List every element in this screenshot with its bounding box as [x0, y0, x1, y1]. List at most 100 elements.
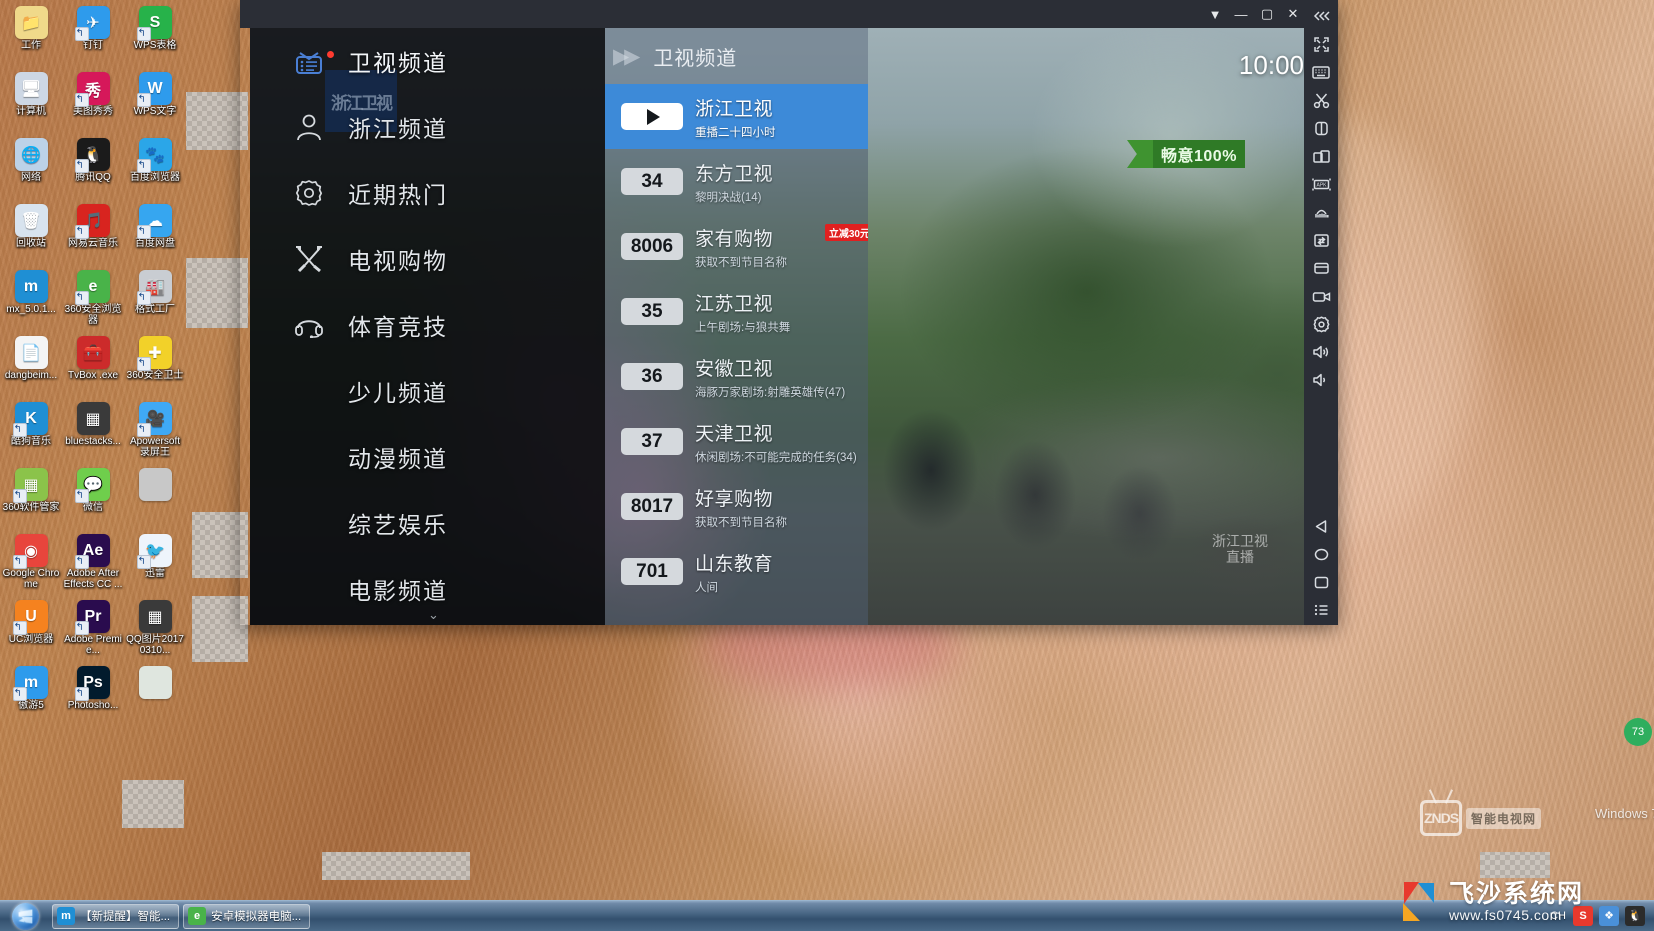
- desktop-icon[interactable]: 🐦迅雷: [124, 532, 186, 598]
- channel-row[interactable]: 8017 好享购物 获取不到节目名称: [605, 474, 868, 539]
- channel-row[interactable]: 浙江卫视 重播二十四小时: [605, 84, 868, 149]
- taskbar-task-button[interactable]: e 安卓模拟器电脑...: [183, 903, 311, 929]
- desktop-icon[interactable]: WWPS文字: [124, 70, 186, 136]
- taskbar-task-button[interactable]: m 【新提醒】智能...: [52, 903, 180, 929]
- desktop-icon[interactable]: 🐾百度浏览器: [124, 136, 186, 202]
- desktop-icon[interactable]: [124, 664, 186, 730]
- channel-row[interactable]: 8006 家有购物 获取不到节目名称 立减30元: [605, 214, 868, 279]
- desktop-icon[interactable]: ▦360软件管家: [0, 466, 62, 532]
- desktop-icon[interactable]: m傲游5: [0, 664, 62, 730]
- desktop-icon[interactable]: 📄 dangbeim...: [0, 334, 62, 400]
- volume-up-icon[interactable]: [1304, 338, 1338, 366]
- channel-name: 天津卫视: [695, 423, 774, 445]
- chevron-down-icon[interactable]: ⌄: [428, 607, 439, 623]
- tv-menu-item[interactable]: 电视购物: [250, 226, 605, 292]
- desktop-icon[interactable]: ▦ QQ图片20170310...: [124, 598, 186, 664]
- tv-menu-item-label: 体育竞技: [348, 314, 448, 340]
- channel-row[interactable]: 37 天津卫视 休闲剧场:不可能完成的任务(34): [605, 409, 868, 474]
- desktop-icon[interactable]: 🧰 TvBox .exe: [62, 334, 124, 400]
- menu-icon[interactable]: [1304, 596, 1338, 624]
- back-icon[interactable]: [1304, 512, 1338, 540]
- desktop-icon-glyph: 🐾: [136, 138, 172, 173]
- multi-window-icon[interactable]: [1304, 142, 1338, 170]
- collapse-sidebar-icon[interactable]: [1304, 2, 1338, 30]
- desktop-icon[interactable]: 🎥Apowersoft录屏王: [124, 400, 186, 466]
- emulator-screen[interactable]: 10:00 畅意100% 浙江卫视 直播 浙江卫视 卫视频道 浙江频道 近期热门 电视…: [250, 28, 1338, 625]
- tv-menu-item[interactable]: 体育竞技: [250, 292, 605, 358]
- desktop-icon[interactable]: 🎵网易云音乐: [62, 202, 124, 268]
- desktop-icon[interactable]: PrAdobe Premie...: [62, 598, 124, 664]
- tv-menu-item[interactable]: 动漫频道: [250, 424, 605, 490]
- tv-menu-item[interactable]: 少儿频道: [250, 358, 605, 424]
- channel-number: 8017: [621, 493, 683, 520]
- shake-icon[interactable]: [1304, 198, 1338, 226]
- maximize-button[interactable]: ▢: [1254, 1, 1280, 27]
- close-button[interactable]: ✕: [1280, 1, 1306, 27]
- desktop-icon[interactable]: AeAdobe After Effects CC ...: [62, 532, 124, 598]
- keyboard-icon[interactable]: [1304, 58, 1338, 86]
- corner-badge: 73: [1624, 718, 1652, 746]
- channel-list-header: ▶▶ 卫视频道: [605, 28, 868, 84]
- channel-name: 家有购物: [695, 228, 774, 250]
- desktop-icon[interactable]: K酷狗音乐: [0, 400, 62, 466]
- channel-row[interactable]: 34 东方卫视 黎明决战(14): [605, 149, 868, 214]
- desktop-icon[interactable]: 🌐 网络: [0, 136, 62, 202]
- desktop-icon-label: Adobe Premie...: [64, 634, 122, 656]
- desktop-icon[interactable]: SWPS表格: [124, 4, 186, 70]
- channel-row[interactable]: 36 安徽卫视 海豚万家剧场:射雕英雄传(47): [605, 344, 868, 409]
- desktop-icon[interactable]: PsPhotosho...: [62, 664, 124, 730]
- fs-logo-icon: [1400, 881, 1442, 923]
- channel-list-title: 卫视频道: [653, 47, 738, 70]
- start-button[interactable]: [2, 902, 48, 931]
- tv-menu-item-label: 浙江频道: [348, 116, 448, 142]
- settings-icon[interactable]: [1304, 310, 1338, 338]
- desktop-icon[interactable]: m mx_5.0.1...: [0, 268, 62, 334]
- qq-tray-icon[interactable]: 🐧: [1625, 905, 1645, 926]
- fullscreen-icon[interactable]: [1304, 30, 1338, 58]
- photo-tray-icon[interactable]: ❖: [1599, 905, 1619, 926]
- desktop-icon[interactable]: ☁百度网盘: [124, 202, 186, 268]
- channel-row[interactable]: 35 江苏卫视 上午剧场:与狼共舞: [605, 279, 868, 344]
- tv-menu-item[interactable]: 近期热门: [250, 160, 605, 226]
- tv-menu-item[interactable]: 卫视频道: [250, 28, 605, 94]
- sdcard-icon[interactable]: [1304, 254, 1338, 282]
- scissors-icon[interactable]: [1304, 86, 1338, 114]
- desktop-icon[interactable]: 🐧腾讯QQ: [62, 136, 124, 202]
- desktop-icon[interactable]: 🗑 回收站: [0, 202, 62, 268]
- desktop-icon-label: 360安全浏览器: [64, 304, 122, 326]
- tv-menu-item-label: 近期热门: [348, 182, 448, 208]
- home-icon[interactable]: [1304, 540, 1338, 568]
- shared-folder-icon[interactable]: [1304, 226, 1338, 254]
- desktop-icon-glyph: 📄: [14, 336, 48, 369]
- channel-row[interactable]: 701 山东教育 人间: [605, 539, 868, 604]
- fs-site-url: www.fs0745.com: [1449, 907, 1562, 923]
- record-icon[interactable]: [1304, 282, 1338, 310]
- desktop-icon[interactable]: e360安全浏览器: [62, 268, 124, 334]
- channel-program: 获取不到节目名称: [695, 256, 787, 269]
- minimize-button[interactable]: —: [1228, 1, 1254, 27]
- desktop-icon-glyph: ◉: [12, 534, 48, 569]
- desktop-icon[interactable]: ▦ bluestacks...: [62, 400, 124, 466]
- desktop-icon[interactable]: ◉Google Chrome: [0, 532, 62, 598]
- desktop-icon-label: 百度网盘: [135, 238, 175, 249]
- desktop-icon-glyph: ▦: [76, 402, 110, 435]
- recent-apps-icon[interactable]: [1304, 568, 1338, 596]
- desktop-icon[interactable]: 💬微信: [62, 466, 124, 532]
- desktop-icon[interactable]: 📁 工作: [0, 4, 62, 70]
- volume-down-icon[interactable]: [1304, 366, 1338, 394]
- desktop-icon[interactable]: 秀美图秀秀: [62, 70, 124, 136]
- desktop-icon[interactable]: UUC浏览器: [0, 598, 62, 664]
- rotate-icon[interactable]: [1304, 114, 1338, 142]
- apk-install-icon[interactable]: APK: [1304, 170, 1338, 198]
- desktop-icon-label: Adobe After Effects CC ...: [63, 568, 123, 590]
- tv-menu-item[interactable]: 浙江频道: [250, 94, 605, 160]
- desktop-icon[interactable]: ✈钉钉: [62, 4, 124, 70]
- desktop-icon-label: TvBox .exe: [67, 370, 119, 381]
- desktop-icon[interactable]: 🖥 计算机: [0, 70, 62, 136]
- collapse-button[interactable]: ▼: [1202, 1, 1228, 27]
- desktop-icon[interactable]: [124, 466, 186, 532]
- desktop-icon[interactable]: ✚360安全卫士: [124, 334, 186, 400]
- desktop-icon-glyph: 🏭: [136, 270, 172, 305]
- desktop-icon[interactable]: 🏭格式工厂: [124, 268, 186, 334]
- tv-menu-item[interactable]: 综艺娱乐: [250, 490, 605, 556]
